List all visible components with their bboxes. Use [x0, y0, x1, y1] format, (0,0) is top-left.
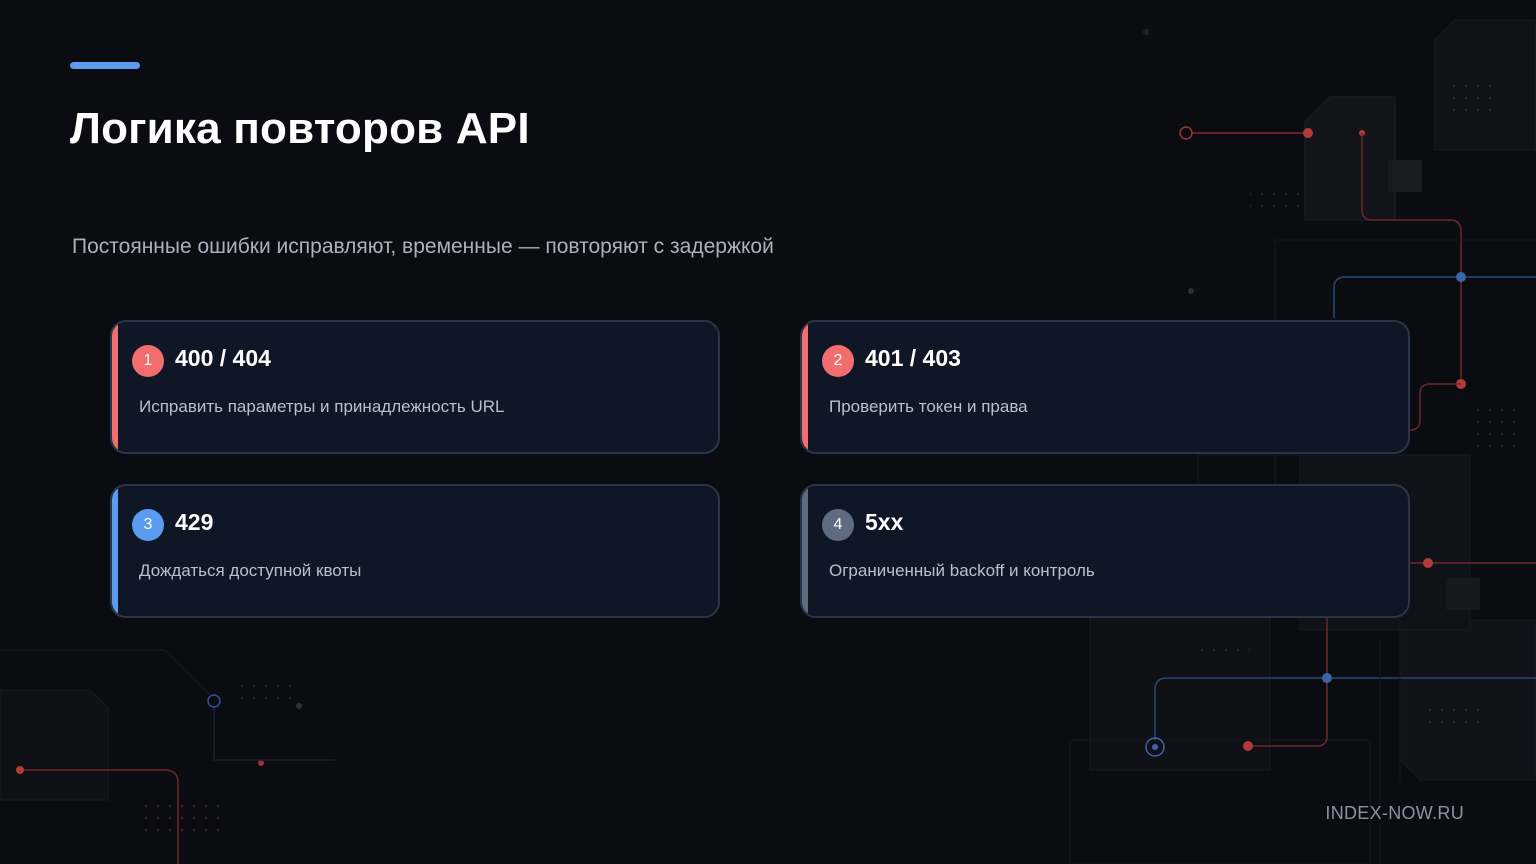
card-code: 5xx — [865, 509, 904, 535]
card-stripe — [112, 322, 118, 452]
card-description: Ограниченный backoff и контроль — [829, 561, 1095, 580]
card-code: 400 / 404 — [175, 345, 271, 371]
card-description: Исправить параметры и принадлежность URL — [139, 397, 505, 416]
error-card-4: 4 5xx Ограниченный backoff и контроль — [800, 484, 1410, 618]
card-description: Дождаться доступной квоты — [139, 561, 362, 580]
error-card-1: 1 400 / 404 Исправить параметры и принад… — [110, 320, 720, 454]
card-code: 401 / 403 — [865, 345, 961, 371]
card-description: Проверить токен и права — [829, 397, 1028, 416]
card-code: 429 — [175, 509, 214, 535]
card-stripe — [112, 486, 118, 616]
card-stripe — [802, 486, 808, 616]
card-number-badge: 3 — [132, 509, 164, 541]
card-number-badge: 1 — [132, 345, 164, 377]
accent-bar — [70, 62, 140, 69]
card-stripe — [802, 322, 808, 452]
error-card-3: 3 429 Дождаться доступной квоты — [110, 484, 720, 618]
card-number-badge: 2 — [822, 345, 854, 377]
error-card-2: 2 401 / 403 Проверить токен и права — [800, 320, 1410, 454]
footer-brand: INDEX-NOW.RU — [1325, 803, 1464, 823]
card-number-badge: 4 — [822, 509, 854, 541]
slide-title: Логика повторов API — [70, 104, 530, 153]
slide-subtitle: Постоянные ошибки исправляют, временные … — [72, 235, 774, 258]
